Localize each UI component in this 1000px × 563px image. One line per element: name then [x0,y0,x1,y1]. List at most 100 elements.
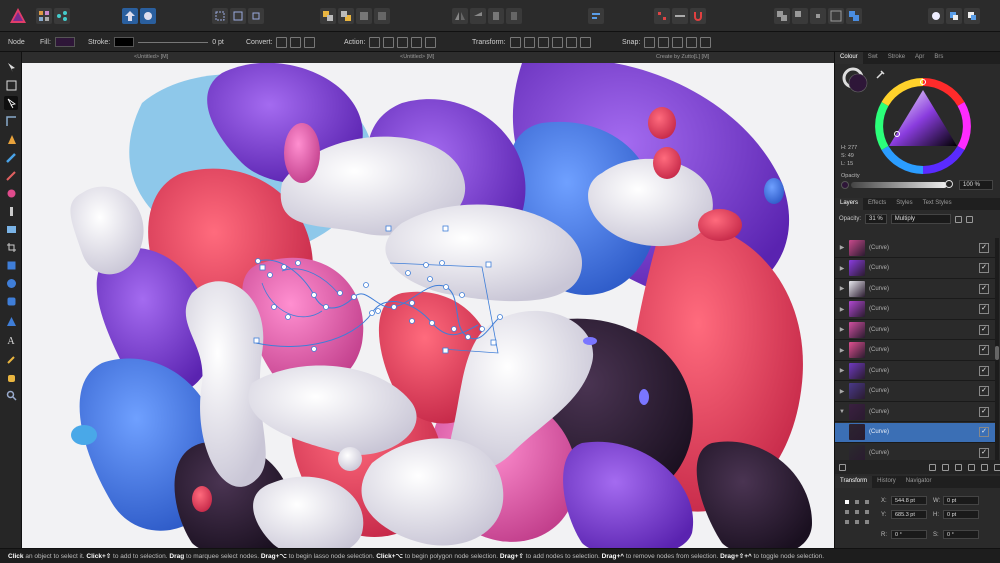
fill-tool[interactable] [4,186,18,200]
xor-boolean-icon[interactable] [828,8,844,24]
move-to-back-icon[interactable] [374,8,390,24]
layer-row[interactable]: ▶ (Curve) ✓ [835,341,995,361]
node-tool[interactable] [4,96,18,110]
anchor-point-selector[interactable] [845,500,869,524]
share-icon[interactable] [122,8,138,24]
panel-tab-stroke[interactable]: Stroke [883,52,910,64]
panel-tab-text-styles[interactable]: Text Styles [918,198,957,210]
fill-swatch[interactable] [54,37,75,47]
move-tool[interactable] [4,60,18,74]
snap-nodes-icon[interactable] [644,36,656,48]
expand-right-icon[interactable]: ▶ [835,347,849,354]
transform-distribute-icon[interactable] [551,36,563,48]
layer-visibility-checkbox[interactable]: ✓ [979,263,989,273]
ellipse-tool[interactable] [4,276,18,290]
sharp-node-icon[interactable] [276,36,288,48]
expand-right-icon[interactable]: ▶ [835,367,849,374]
panel-tab-styles[interactable]: Styles [891,198,917,210]
pen-tool[interactable] [4,132,18,146]
add-layer-icon[interactable] [981,463,988,471]
group-icon[interactable] [968,463,975,471]
fill-control[interactable]: Fill: [40,32,75,52]
snapping-grid-icon[interactable] [654,8,670,24]
panel-tab-apr[interactable]: Apr [910,52,929,64]
break-curve-icon[interactable] [369,36,381,48]
panel-tab-layers[interactable]: Layers [835,198,864,210]
transparency-tool[interactable] [4,204,18,218]
expand-right-icon[interactable]: ▶ [835,285,849,292]
transform-mode-icon[interactable] [509,36,521,48]
layer-row[interactable]: ▶ (Curve) ✓ [835,279,995,299]
export-persona-icon[interactable] [54,8,70,24]
layer-visibility-checkbox[interactable]: ✓ [979,406,989,417]
rotate-left-icon[interactable] [488,8,504,24]
rotate-right-icon[interactable] [506,8,522,24]
divide-boolean-icon[interactable] [846,8,862,24]
layer-row[interactable]: ▶ (Curve) ✓ [835,300,995,320]
opacity-field[interactable]: 100 % [959,180,993,190]
document-tab[interactable]: <Untitled> [M] [400,54,434,60]
reverse-curves-icon[interactable] [425,36,437,48]
crop-tool[interactable] [4,240,18,254]
fill-stroke-swatches[interactable] [841,66,871,96]
layer-opacity-field[interactable]: 31 % [865,214,887,224]
layer-row[interactable]: ▶ (Curve) ✓ [835,382,995,402]
rectangle-tool[interactable] [4,258,18,272]
panel-tab-brs[interactable]: Brs [929,52,948,64]
place-image-tool[interactable] [4,222,18,236]
layer-row[interactable]: ▶ (Curve) ✓ [835,361,995,381]
opacity-slider[interactable] [851,182,947,188]
join-curves-icon[interactable] [411,36,423,48]
stroke-width-slider[interactable] [138,41,209,43]
snap-angle-icon[interactable] [686,36,698,48]
fx-icon[interactable] [955,463,962,471]
artboard-tool[interactable] [4,78,18,92]
paste-style-icon[interactable] [964,8,980,24]
lock-icon[interactable] [954,215,962,223]
layers-stack-icon[interactable] [839,463,846,471]
transform-box-icon[interactable] [579,36,591,48]
view-frame-icon[interactable] [248,8,264,24]
expand-right-icon[interactable]: ▶ [835,388,849,395]
panel-tab-swt[interactable]: Swt [863,52,883,64]
y-field[interactable]: 685.3 pt [891,510,927,519]
document-tab-active[interactable]: Create by Zutto[L] [M] [656,54,709,60]
panel-tab-effects[interactable]: Effects [863,198,891,210]
pencil-tool[interactable] [4,150,18,164]
layer-visibility-checkbox[interactable]: ✓ [979,304,989,314]
add-boolean-icon[interactable] [774,8,790,24]
panel-tab-history[interactable]: History [872,476,901,488]
text-tool[interactable]: A [4,334,18,348]
flip-vertical-icon[interactable] [470,8,486,24]
smooth-curve-icon[interactable] [397,36,409,48]
eyedropper-tool[interactable] [4,352,18,366]
smart-node-icon[interactable] [304,36,316,48]
snap-curves-icon[interactable] [658,36,670,48]
layer-visibility-checkbox[interactable]: ✓ [979,447,989,458]
panel-tab-transform[interactable]: Transform [835,476,873,488]
assets-icon[interactable] [140,8,156,24]
move-to-front-icon[interactable] [356,8,372,24]
x-field[interactable]: 544.8 pt [891,496,927,505]
triangle-tool[interactable] [4,314,18,328]
layer-visibility-checkbox[interactable]: ✓ [979,365,989,376]
layer-visibility-checkbox[interactable]: ✓ [979,283,989,294]
close-curve-icon[interactable] [383,36,395,48]
rounded-rect-tool[interactable] [4,294,18,308]
layer-row[interactable]: ▶ (Curve) ✓ [835,238,995,258]
w-field[interactable]: 0 pt [943,496,979,505]
expand-right-icon[interactable]: ▶ [835,326,849,333]
adjustment-icon[interactable] [942,463,949,471]
snapping-toggle-icon[interactable] [672,8,688,24]
layer-row[interactable]: ▶ (Curve) ✓ [835,259,995,279]
stroke-swatch[interactable] [114,37,135,47]
panel-tab-colour[interactable]: Colour [835,52,863,64]
rotation-field[interactable]: 0 ° [891,530,927,539]
move-back-icon[interactable] [320,8,336,24]
layers-scrollbar[interactable] [995,238,999,460]
document-tab[interactable]: <Untitled> [M] [134,54,168,60]
move-forward-icon[interactable] [338,8,354,24]
snap-smooth-icon[interactable] [700,36,712,48]
layer-visibility-checkbox[interactable]: ✓ [979,386,989,396]
expand-right-icon[interactable]: ▶ [835,265,849,272]
